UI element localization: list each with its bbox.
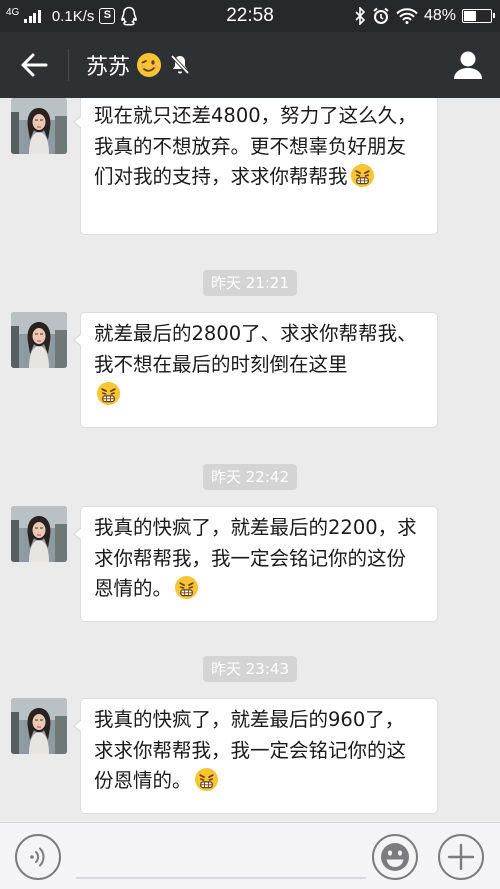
- grimace-emoji-icon: [96, 381, 121, 406]
- timestamp: 昨天 22:42: [0, 464, 500, 490]
- mute-bell-icon: [170, 54, 190, 75]
- status-right: 48%: [354, 0, 495, 32]
- emoji-icon: [381, 843, 409, 871]
- timestamp-label: 昨天 21:21: [203, 270, 297, 296]
- battery-level: [464, 11, 476, 21]
- grimace-emoji-icon: [174, 575, 199, 600]
- status-bar: 4G 0.1K/s S 22:58 48%: [0, 0, 500, 32]
- avatar[interactable]: [11, 98, 67, 154]
- timestamp: 昨天 21:21: [0, 270, 500, 296]
- avatar[interactable]: [11, 506, 67, 562]
- input-bar: [0, 822, 500, 889]
- message-bubble[interactable]: 我真的快疯了，就差最后的2200，求求你帮帮我，我一定会铭记你的这份恩情的。: [73, 506, 438, 622]
- avatar[interactable]: [11, 312, 67, 368]
- avatar[interactable]: [11, 698, 67, 754]
- contact-person-icon[interactable]: [452, 50, 484, 80]
- voice-icon: [30, 847, 45, 867]
- chat-title: 苏苏: [86, 32, 192, 98]
- message-text: 我真的快疯了，就差最后的2200，求求你帮帮我，我一定会铭记你的这份恩情的。: [94, 516, 417, 600]
- battery-icon: [462, 9, 495, 23]
- grimace-emoji-icon: [193, 767, 219, 792]
- timestamp-label: 昨天 23:43: [203, 656, 297, 682]
- chat-area[interactable]: 现在就只还差4800，努力了这么久，我真的不想放弃。更不想辜负好朋友们对我的支持…: [0, 98, 500, 822]
- alarm-icon: [373, 7, 389, 24]
- bluetooth-icon: [355, 7, 366, 25]
- header-divider: [68, 49, 69, 81]
- plus-button[interactable]: [438, 834, 484, 880]
- contact-name: 苏苏: [86, 55, 131, 80]
- back-arrow-icon[interactable]: [18, 49, 50, 81]
- timestamp-label: 昨天 22:42: [203, 464, 297, 490]
- message-text: 我真的快疯了，就差最后的960了，求求你帮帮我，我一定会铭记你的这份恩情的。: [94, 708, 407, 792]
- message-bubble[interactable]: 现在就只还差4800，努力了这么久，我真的不想放弃。更不想辜负好朋友们对我的支持…: [73, 98, 438, 235]
- chat-header: 苏苏: [0, 32, 500, 98]
- grimace-emoji-icon: [349, 163, 375, 188]
- message-text: 就差最后的2800了、求求你帮帮我、我不想在最后的时刻倒在这里: [94, 322, 417, 376]
- plus-icon: [447, 843, 475, 871]
- message-input[interactable]: [76, 877, 366, 879]
- voice-button[interactable]: [15, 834, 61, 880]
- message-bubble[interactable]: 我真的快疯了，就差最后的960了，求求你帮帮我，我一定会铭记你的这份恩情的。: [73, 698, 438, 814]
- timestamp: 昨天 23:43: [0, 656, 500, 682]
- message-bubble[interactable]: 就差最后的2800了、求求你帮帮我、我不想在最后的时刻倒在这里: [73, 312, 438, 428]
- wink-emoji-icon: [137, 53, 162, 77]
- wifi-icon: [396, 8, 418, 24]
- battery-percent: 48%: [423, 7, 456, 24]
- emoji-button[interactable]: [372, 834, 418, 880]
